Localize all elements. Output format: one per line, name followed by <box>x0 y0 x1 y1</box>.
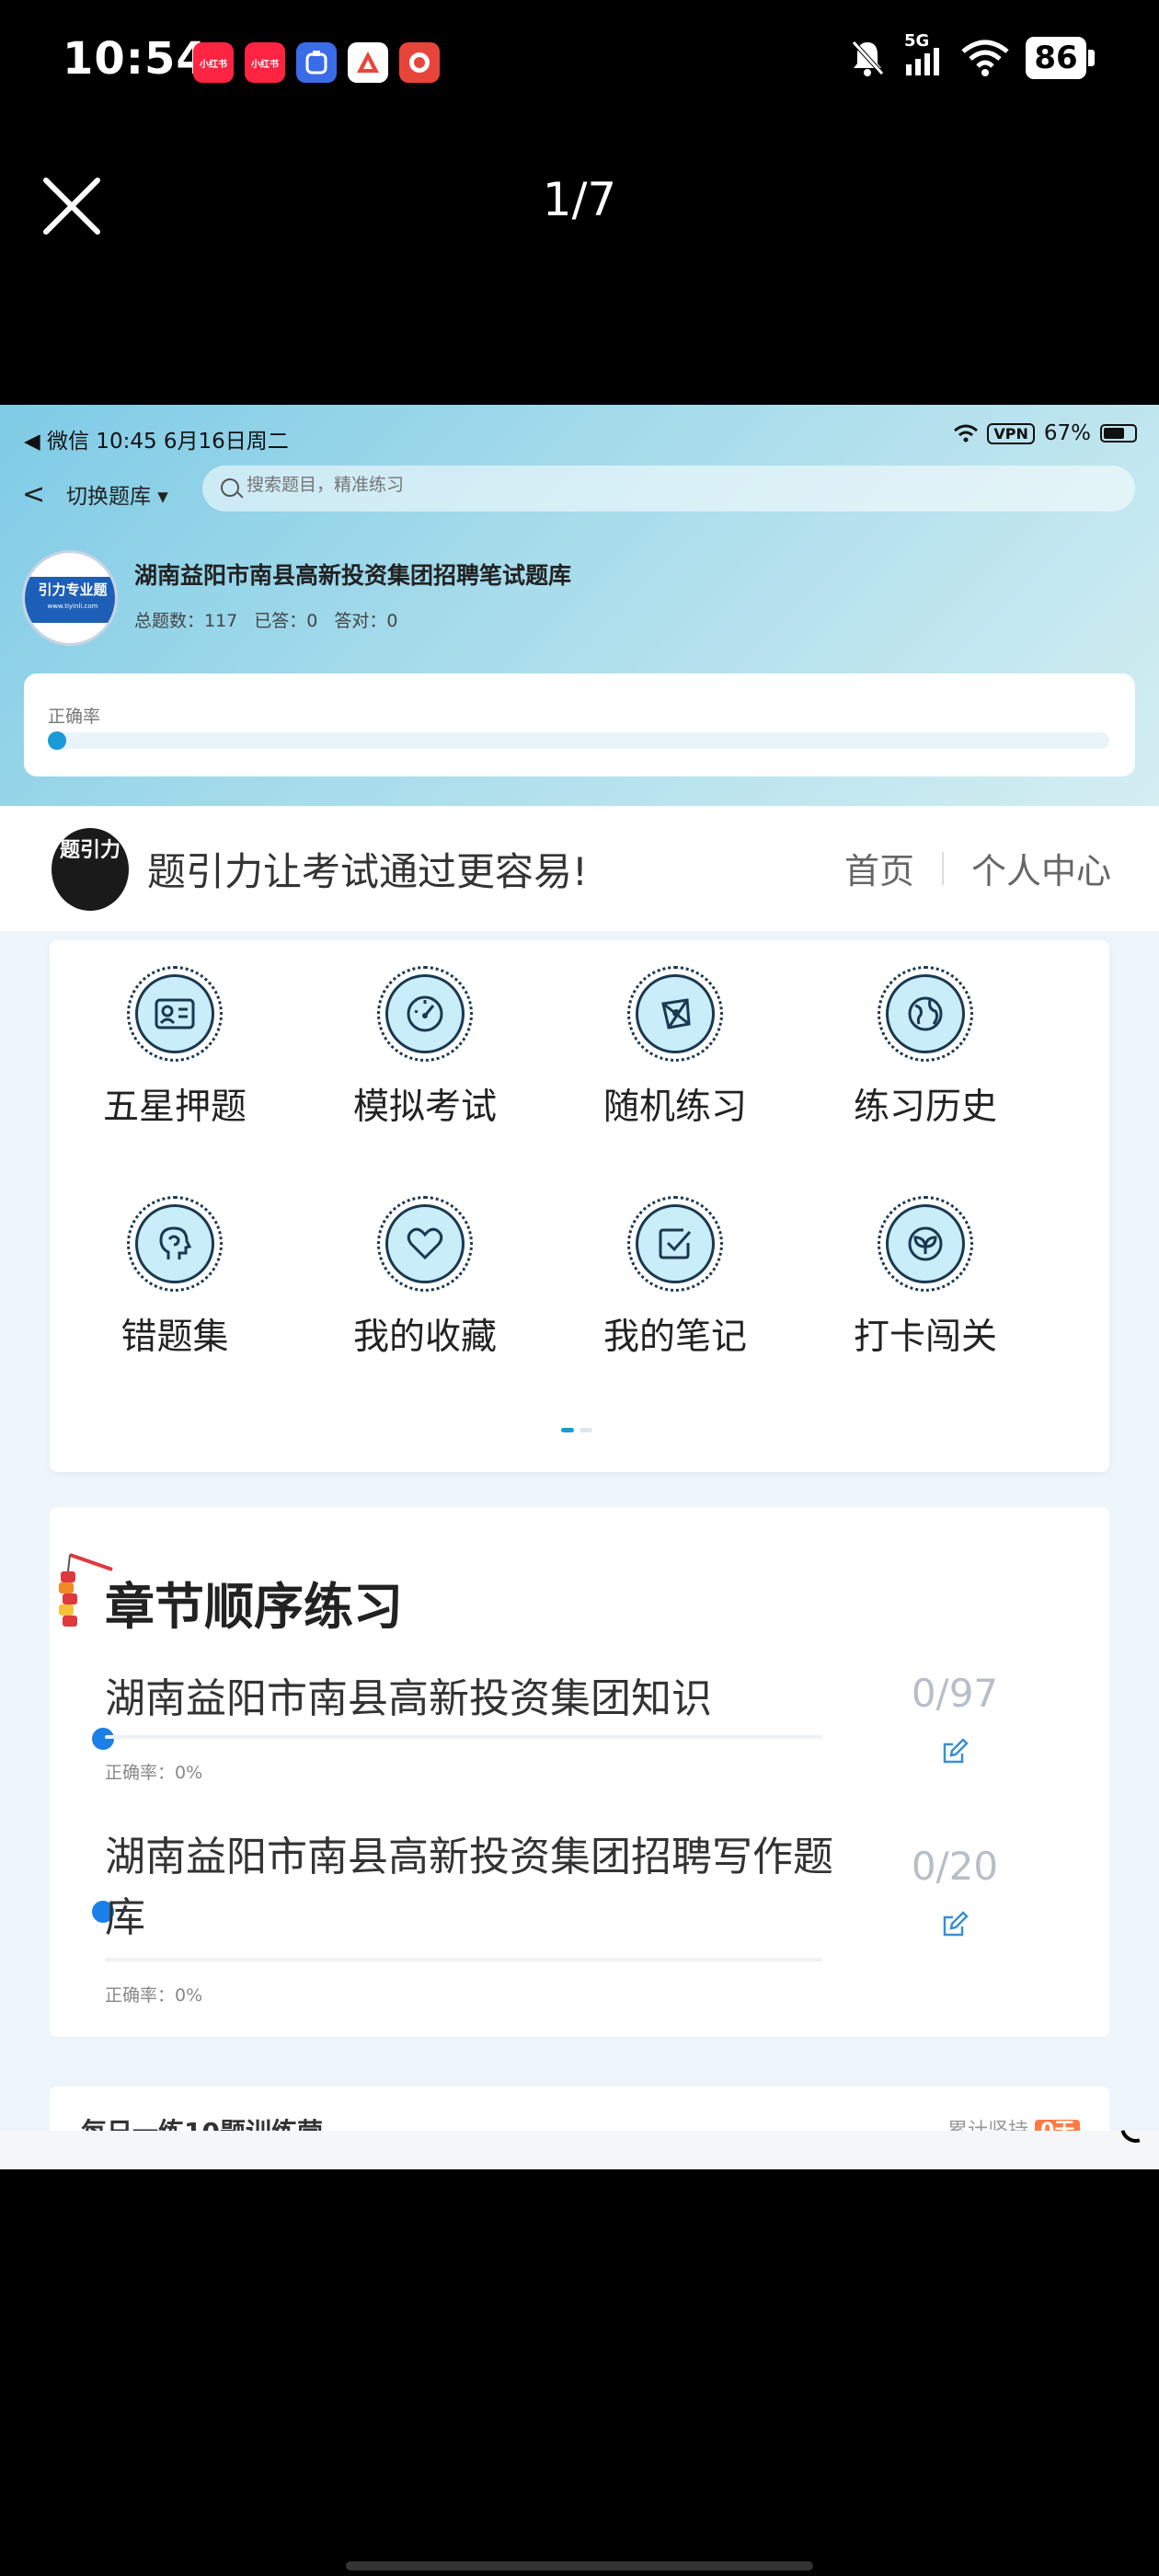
brand-nav: 首页 个人中心 <box>844 843 1111 893</box>
chapter-accuracy: 正确率：0% <box>105 1985 203 2006</box>
feature-grid: 五星押题 模拟考试 随机练习 练习历史 错题集 我的收藏 我的笔记 打卡闯关 <box>50 940 1109 1472</box>
search-icon <box>221 478 239 497</box>
brand-slogan: 题引力让考试通过更容易! <box>147 849 588 894</box>
grid-pager <box>561 1428 592 1432</box>
edit-icon[interactable] <box>940 1737 970 1766</box>
chapter-count: 0/97 <box>911 1671 999 1716</box>
bank-logo: 引力专业题 www.tiyinli.com <box>22 550 118 646</box>
feature-wrong-questions[interactable]: 错题集 <box>50 1196 300 1380</box>
red-app-icon <box>399 42 440 83</box>
feature-icon-ring <box>627 966 723 1062</box>
signal-5g-icon: 5G <box>902 31 945 79</box>
vpn-badge: VPN <box>987 422 1035 444</box>
battery-tip <box>1088 50 1095 66</box>
image-page-counter: 1/7 <box>542 173 617 226</box>
feature-label: 我的笔记 <box>602 1317 747 1358</box>
molecule-icon <box>661 998 691 1029</box>
feature-mock-exam[interactable]: 模拟考试 <box>300 966 550 1150</box>
xiaohongshu-icon: 小红书 <box>193 42 234 83</box>
back-button[interactable]: < <box>22 478 45 511</box>
checkbox-icon <box>659 1228 692 1259</box>
chapter-count: 0/20 <box>911 1844 999 1889</box>
system-status-bar: 10:54 小红书 小红书 5G 86 <box>0 0 1159 129</box>
a-app-icon <box>348 42 388 83</box>
inner-battery-icon <box>1100 424 1137 443</box>
top-navigation: < 切换题库 ▾ <box>22 466 1135 515</box>
feature-label: 错题集 <box>120 1317 229 1358</box>
bank-stats: 总题数：117 已答：0 答对：0 <box>134 607 397 632</box>
feature-my-favorites[interactable]: 我的收藏 <box>300 1196 550 1380</box>
bank-logo-text: 引力专业题 <box>25 577 115 623</box>
accuracy-progress-bar <box>48 731 1109 750</box>
switch-bank-dropdown[interactable]: 切换题库 ▾ <box>66 478 168 510</box>
heart-icon <box>407 1227 443 1260</box>
notification-app-icons: 小红书 小红书 <box>193 42 440 83</box>
feature-my-notes[interactable]: 我的笔记 <box>550 1196 800 1380</box>
correct-count: 答对：0 <box>334 611 398 631</box>
inner-battery-text: 67% <box>1043 421 1091 445</box>
chapter-bullet <box>92 1728 114 1750</box>
feature-random-practice[interactable]: 随机练习 <box>550 966 800 1150</box>
feature-icon-ring <box>127 1196 223 1292</box>
feature-icon-ring <box>377 1196 473 1292</box>
chapter-practice-title: 章节顺序练习 <box>105 1578 403 1636</box>
globe-icon <box>908 996 943 1031</box>
speedometer-icon <box>407 995 443 1032</box>
chapter-accuracy: 正确率：0% <box>105 1763 203 1783</box>
accuracy-label: 正确率 <box>48 707 101 727</box>
search-input[interactable] <box>247 475 1074 495</box>
id-card-icon <box>155 998 195 1029</box>
inner-wifi-icon <box>954 424 979 443</box>
inner-status-left: ◀ 微信 10:45 6月16日周二 <box>24 430 289 454</box>
feature-label: 练习历史 <box>853 1087 997 1128</box>
cleaner-icon <box>296 42 337 83</box>
viewed-screenshot: ◀ 微信 10:45 6月16日周二 VPN 67% < 切换题库 ▾ 引力专业… <box>0 405 1159 2169</box>
feature-icon-ring <box>127 966 223 1062</box>
chapter-item[interactable]: 湖南益阳市南县高新投资集团知识 正确率：0% 0/97 <box>50 1669 1109 1844</box>
nav-home-link[interactable]: 首页 <box>844 843 914 893</box>
feature-icon-ring <box>878 1196 973 1292</box>
brand-logo: 题引力 <box>52 828 129 911</box>
nav-divider <box>941 851 944 885</box>
mute-bell-icon <box>852 40 884 76</box>
chapter-name: 湖南益阳市南县高新投资集团招聘写作题库 <box>105 1834 833 1941</box>
feature-practice-history[interactable]: 练习历史 <box>800 966 1050 1150</box>
xiaohongshu-icon: 小红书 <box>245 42 285 83</box>
inner-status-right: VPN 67% <box>954 421 1137 445</box>
system-clock: 10:54 <box>63 33 208 85</box>
feature-label: 模拟考试 <box>352 1087 497 1128</box>
search-bar[interactable] <box>202 466 1135 512</box>
chapter-item[interactable]: 湖南益阳市南县高新投资集团招聘写作题库 正确率：0% 0/20 <box>50 1827 1109 2030</box>
home-indicator[interactable] <box>346 2561 813 2570</box>
total-questions: 总题数：117 <box>134 611 238 631</box>
chapter-name: 湖南益阳市南县高新投资集团知识 <box>105 1675 712 1722</box>
feature-five-star[interactable]: 五星押题 <box>50 966 300 1150</box>
feature-checkin-challenge[interactable]: 打卡闯关 <box>800 1196 1050 1380</box>
wifi-icon <box>961 40 1009 76</box>
feature-icon-ring <box>377 966 473 1062</box>
sprout-icon <box>908 1226 943 1261</box>
feature-icon-ring <box>878 966 973 1062</box>
nav-profile-link[interactable]: 个人中心 <box>971 843 1111 893</box>
pager-dot-active[interactable] <box>561 1428 574 1432</box>
feature-icon-ring <box>627 1196 723 1292</box>
screenshot-bottom-edge <box>0 2131 1159 2169</box>
feature-label: 我的收藏 <box>352 1317 497 1358</box>
edit-icon[interactable] <box>940 1910 970 1939</box>
bank-logo-url: www.tiyinli.com <box>47 603 98 610</box>
feature-label: 五星押题 <box>102 1087 247 1128</box>
answered-count: 已答：0 <box>254 611 318 631</box>
feature-label: 随机练习 <box>602 1087 747 1128</box>
battery-indicator: 86 <box>1026 37 1086 79</box>
feature-label: 打卡闯关 <box>853 1317 997 1358</box>
chapter-progress-track <box>105 1958 822 1961</box>
system-status-icons: 5G 86 <box>849 31 1095 79</box>
inner-status-bar: ◀ 微信 10:45 6月16日周二 VPN 67% <box>24 416 1137 456</box>
chapter-progress-track <box>105 1735 822 1739</box>
bank-title: 湖南益阳市南县高新投资集团招聘笔试题库 <box>134 562 572 589</box>
accuracy-progress-fill <box>48 731 66 750</box>
head-profile-icon <box>159 1226 192 1259</box>
pager-dot[interactable] <box>580 1428 592 1432</box>
accuracy-card: 正确率 <box>24 673 1135 776</box>
